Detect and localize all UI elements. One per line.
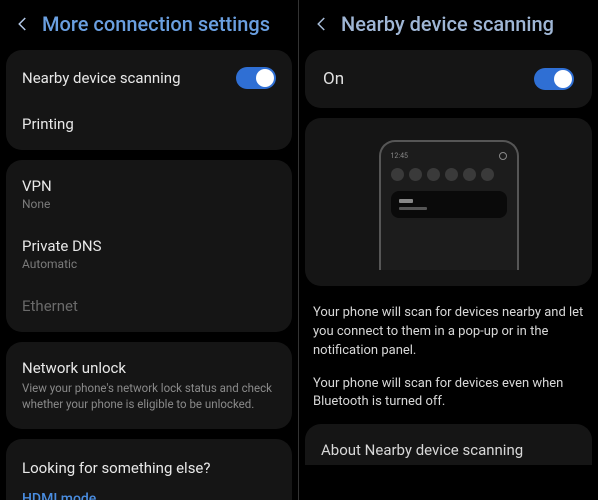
illustration-card: 12:45 xyxy=(305,118,592,286)
private-dns-row[interactable]: Private DNS Automatic xyxy=(6,224,292,284)
nearby-device-scanning-toggle[interactable] xyxy=(236,67,276,89)
row-sub: None xyxy=(22,197,52,211)
row-label: Private DNS xyxy=(22,237,102,255)
on-label: On xyxy=(323,69,344,89)
gear-icon xyxy=(499,152,507,160)
settings-group-network: VPN None Private DNS Automatic Ethernet xyxy=(6,160,292,332)
ethernet-row: Ethernet xyxy=(6,284,292,328)
info-text-2: Your phone will scan for devices even wh… xyxy=(299,365,598,417)
more-connection-settings-screen: More connection settings Nearby device s… xyxy=(0,0,299,500)
row-label: Nearby device scanning xyxy=(22,69,181,87)
page-title: More connection settings xyxy=(42,12,270,36)
row-label: Ethernet xyxy=(22,297,78,315)
quick-settings-dots xyxy=(391,168,507,181)
settings-group-connectivity: Nearby device scanning Printing xyxy=(6,50,292,150)
row-sub: Automatic xyxy=(22,257,102,271)
info-text-1: Your phone will scan for devices nearby … xyxy=(299,294,598,365)
nearby-device-scanning-screen: Nearby device scanning On 12:45 Your pho… xyxy=(299,0,598,500)
printing-row[interactable]: Printing xyxy=(6,102,292,146)
header: Nearby device scanning xyxy=(299,0,598,50)
header: More connection settings xyxy=(0,0,298,50)
master-toggle[interactable] xyxy=(534,68,574,90)
phone-illustration: 12:45 xyxy=(379,140,519,270)
back-icon[interactable] xyxy=(14,15,32,33)
nearby-device-scanning-row[interactable]: Nearby device scanning xyxy=(6,54,292,102)
mock-time: 12:45 xyxy=(391,152,408,160)
looking-for-title: Looking for something else? xyxy=(6,443,292,485)
about-row[interactable]: About Nearby device scanning xyxy=(305,424,592,465)
row-label: Network unlock xyxy=(22,359,276,377)
hdmi-mode-link[interactable]: HDMI mode xyxy=(6,485,292,500)
vpn-row[interactable]: VPN None xyxy=(6,164,292,224)
about-label: About Nearby device scanning xyxy=(321,441,523,459)
master-toggle-row[interactable]: On xyxy=(305,50,592,108)
row-label: VPN xyxy=(22,177,52,195)
looking-for-card: Looking for something else? HDMI mode xyxy=(6,439,292,500)
mock-notification xyxy=(391,191,507,218)
page-title: Nearby device scanning xyxy=(341,12,554,36)
network-unlock-row[interactable]: Network unlock View your phone's network… xyxy=(6,346,292,425)
row-label: Printing xyxy=(22,115,74,133)
settings-group-unlock: Network unlock View your phone's network… xyxy=(6,342,292,429)
back-icon[interactable] xyxy=(313,15,331,33)
row-desc: View your phone's network lock status an… xyxy=(22,381,276,412)
